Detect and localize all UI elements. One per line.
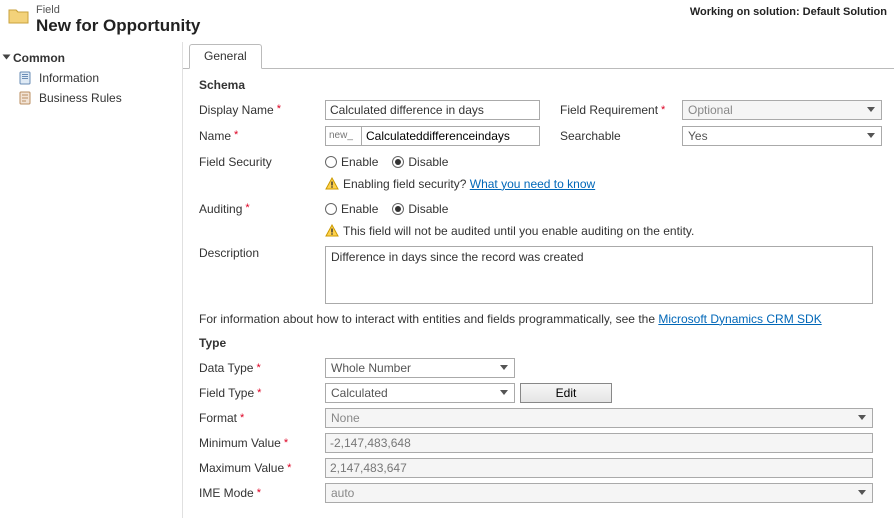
rules-icon: [18, 91, 34, 105]
format-label: Format: [199, 411, 237, 425]
name-input[interactable]: [361, 126, 540, 146]
name-label: Name: [199, 129, 231, 143]
section-type: Type: [199, 336, 882, 350]
max-value-label: Maximum Value: [199, 461, 284, 475]
info-sheet-icon: [18, 71, 34, 85]
warning-icon: [325, 224, 339, 238]
auditing-enable[interactable]: Enable: [325, 202, 378, 216]
format-select[interactable]: None: [325, 408, 873, 428]
warning-icon: [325, 177, 339, 191]
solution-context: Working on solution: Default Solution: [690, 6, 887, 18]
name-prefix-input: [325, 126, 361, 146]
chevron-down-icon: [497, 386, 511, 400]
field-requirement-label: Field Requirement: [560, 103, 658, 117]
min-value-input[interactable]: [325, 433, 873, 453]
radio-icon: [392, 203, 404, 215]
sidebar-item-business-rules[interactable]: Business Rules: [4, 88, 182, 108]
display-name-input[interactable]: [325, 100, 540, 120]
chevron-down-icon: [497, 361, 511, 375]
ime-mode-select[interactable]: auto: [325, 483, 873, 503]
description-input[interactable]: [325, 246, 873, 304]
data-type-label: Data Type: [199, 361, 253, 375]
radio-icon: [325, 203, 337, 215]
data-type-select[interactable]: Whole Number: [325, 358, 515, 378]
sidebar-section-common[interactable]: Common: [4, 49, 182, 68]
field-security-label: Field Security: [199, 155, 272, 169]
searchable-select[interactable]: Yes: [682, 126, 882, 146]
sidebar-item-label: Business Rules: [39, 91, 122, 105]
sdk-info: For information about how to interact wi…: [199, 312, 882, 326]
radio-icon: [392, 156, 404, 168]
max-value-input[interactable]: [325, 458, 873, 478]
section-schema: Schema: [199, 78, 882, 92]
chevron-down-icon: [855, 411, 869, 425]
radio-icon: [325, 156, 337, 168]
field-requirement-select[interactable]: Optional: [682, 100, 882, 120]
field-security-enable[interactable]: Enable: [325, 155, 378, 169]
field-security-hint-text: Enabling field security?: [343, 177, 466, 191]
sidebar-item-label: Information: [39, 71, 99, 85]
breadcrumb: Field: [36, 4, 200, 16]
field-security-disable[interactable]: Disable: [392, 155, 448, 169]
sdk-link[interactable]: Microsoft Dynamics CRM SDK: [658, 312, 821, 326]
display-name-label: Display Name: [199, 103, 274, 117]
tab-general[interactable]: General: [189, 44, 262, 69]
chevron-down-icon: [855, 486, 869, 500]
searchable-label: Searchable: [560, 129, 621, 143]
sidebar: Common Information Business Rules: [0, 42, 183, 518]
chevron-down-icon: [864, 129, 878, 143]
auditing-hint-text: This field will not be audited until you…: [343, 224, 694, 238]
ime-mode-label: IME Mode: [199, 486, 254, 500]
field-security-hint-link[interactable]: What you need to know: [470, 177, 595, 191]
min-value-label: Minimum Value: [199, 436, 281, 450]
chevron-down-icon: [864, 103, 878, 117]
folder-icon: [8, 6, 30, 26]
edit-button[interactable]: Edit: [520, 383, 612, 403]
sidebar-item-information[interactable]: Information: [4, 68, 182, 88]
auditing-disable[interactable]: Disable: [392, 202, 448, 216]
field-type-label: Field Type: [199, 386, 254, 400]
sidebar-section-label: Common: [13, 51, 65, 65]
auditing-label: Auditing: [199, 202, 242, 216]
tab-bar: General: [183, 45, 894, 69]
description-label: Description: [199, 246, 259, 260]
page-title: New for Opportunity: [36, 17, 200, 36]
page-header: Field New for Opportunity Working on sol…: [0, 0, 894, 42]
chevron-down-icon: [3, 54, 11, 59]
field-type-select[interactable]: Calculated: [325, 383, 515, 403]
form-content: Schema Display Name* Field Requirement* …: [183, 69, 894, 518]
